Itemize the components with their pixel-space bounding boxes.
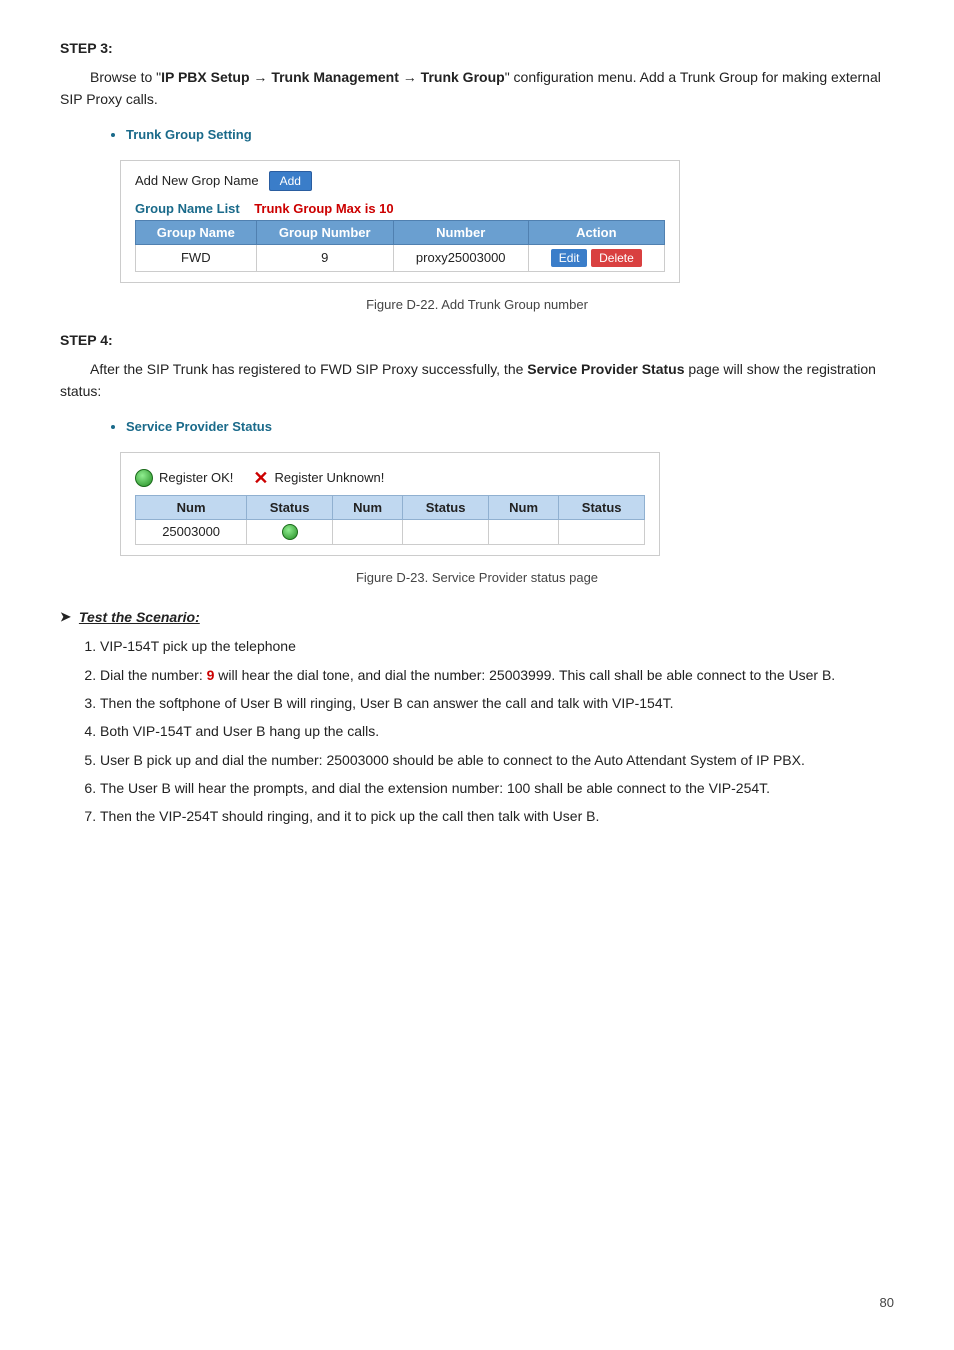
trunk-group-title: Trunk Group Setting xyxy=(126,127,894,142)
sp-cell-status1 xyxy=(247,519,333,545)
item5-text: User B pick up and dial the number: 2500… xyxy=(100,752,805,768)
col-number: Number xyxy=(393,220,528,244)
item6-text: The User B will hear the prompts, and di… xyxy=(100,780,770,796)
add-button[interactable]: Add xyxy=(269,171,312,191)
list-item: Both VIP-154T and User B hang up the cal… xyxy=(100,720,894,742)
cell-group-name: FWD xyxy=(136,244,257,271)
item1-text: VIP-154T pick up the telephone xyxy=(100,638,296,654)
register-ok-icon xyxy=(135,469,153,487)
trunk-group-setting-box: Add New Grop Name Add Group Name List Tr… xyxy=(120,160,680,283)
legend-unknown: ✕ Register Unknown! xyxy=(253,469,384,487)
register-ok-label: Register OK! xyxy=(159,470,233,485)
list-item: Dial the number: 9 will hear the dial to… xyxy=(100,664,894,686)
item2-highlight: 9 xyxy=(207,667,215,683)
step3-nav-path: IP PBX Setup → Trunk Management → Trunk … xyxy=(161,69,505,85)
sp-status-highlight: Service Provider Status xyxy=(527,361,684,377)
list-item: User B pick up and dial the number: 2500… xyxy=(100,749,894,771)
cell-number: proxy25003000 xyxy=(393,244,528,271)
col-action: Action xyxy=(528,220,664,244)
sp-col-status2: Status xyxy=(403,495,489,519)
register-unknown-label: Register Unknown! xyxy=(275,470,385,485)
cell-group-number: 9 xyxy=(256,244,393,271)
sp-col-status3: Status xyxy=(559,495,645,519)
col-group-number: Group Number xyxy=(256,220,393,244)
sp-col-status1: Status xyxy=(247,495,333,519)
test-scenario-label: Test the Scenario: xyxy=(79,609,200,625)
legend-ok: Register OK! xyxy=(135,469,233,487)
figure-d22-caption: Figure D-22. Add Trunk Group number xyxy=(60,297,894,312)
test-scenario-heading: Test the Scenario: xyxy=(60,609,894,625)
step4-description: After the SIP Trunk has registered to FW… xyxy=(60,358,894,403)
step3-section: STEP 3: Browse to "IP PBX Setup → Trunk … xyxy=(60,40,894,312)
sp-col-num1: Num xyxy=(136,495,247,519)
page-number: 80 xyxy=(880,1295,894,1310)
group-name-list-label: Group Name List xyxy=(135,201,240,216)
group-name-list-row: Group Name List Trunk Group Max is 10 xyxy=(135,201,665,216)
cell-action: Edit Delete xyxy=(528,244,664,271)
status-ok-icon xyxy=(282,524,298,540)
register-unknown-icon: ✕ xyxy=(253,469,268,487)
sp-cell-num2 xyxy=(332,519,402,545)
sp-col-num2: Num xyxy=(332,495,402,519)
sp-cell-status3 xyxy=(559,519,645,545)
trunk-table: Group Name Group Number Number Action FW… xyxy=(135,220,665,272)
list-item: VIP-154T pick up the telephone xyxy=(100,635,894,657)
sp-cell-status2 xyxy=(403,519,489,545)
add-label: Add New Grop Name xyxy=(135,173,259,188)
item7-text: Then the VIP-254T should ringing, and it… xyxy=(100,808,599,824)
item3-text: Then the softphone of User B will ringin… xyxy=(100,695,674,711)
test-scenario-section: Test the Scenario: VIP-154T pick up the … xyxy=(60,609,894,828)
trunk-table-row: FWD 9 proxy25003000 Edit Delete xyxy=(136,244,665,271)
sp-col-num3: Num xyxy=(488,495,558,519)
add-row: Add New Grop Name Add xyxy=(135,171,665,191)
item2-text: Dial the number: 9 will hear the dial to… xyxy=(100,667,835,683)
sp-table-row: 25003000 xyxy=(136,519,645,545)
scenario-list: VIP-154T pick up the telephone Dial the … xyxy=(100,635,894,828)
trunk-max-label: Trunk Group Max is 10 xyxy=(254,201,393,216)
edit-button[interactable]: Edit xyxy=(551,249,588,267)
list-item: Then the softphone of User B will ringin… xyxy=(100,692,894,714)
step3-heading: STEP 3: xyxy=(60,40,894,56)
step4-heading: STEP 4: xyxy=(60,332,894,348)
item4-text: Both VIP-154T and User B hang up the cal… xyxy=(100,723,379,739)
legend-row: Register OK! ✕ Register Unknown! xyxy=(135,469,645,487)
figure-d23-caption: Figure D-23. Service Provider status pag… xyxy=(60,570,894,585)
step3-description: Browse to "IP PBX Setup → Trunk Manageme… xyxy=(60,66,894,111)
list-item: Then the VIP-254T should ringing, and it… xyxy=(100,805,894,827)
col-group-name: Group Name xyxy=(136,220,257,244)
sp-status-box: Register OK! ✕ Register Unknown! Num Sta… xyxy=(120,452,660,557)
sp-status-title: Service Provider Status xyxy=(126,419,894,434)
list-item: The User B will hear the prompts, and di… xyxy=(100,777,894,799)
sp-cell-num1: 25003000 xyxy=(136,519,247,545)
sp-cell-num3 xyxy=(488,519,558,545)
delete-button[interactable]: Delete xyxy=(591,249,642,267)
step4-section: STEP 4: After the SIP Trunk has register… xyxy=(60,332,894,585)
sp-table: Num Status Num Status Num Status 2500300… xyxy=(135,495,645,546)
